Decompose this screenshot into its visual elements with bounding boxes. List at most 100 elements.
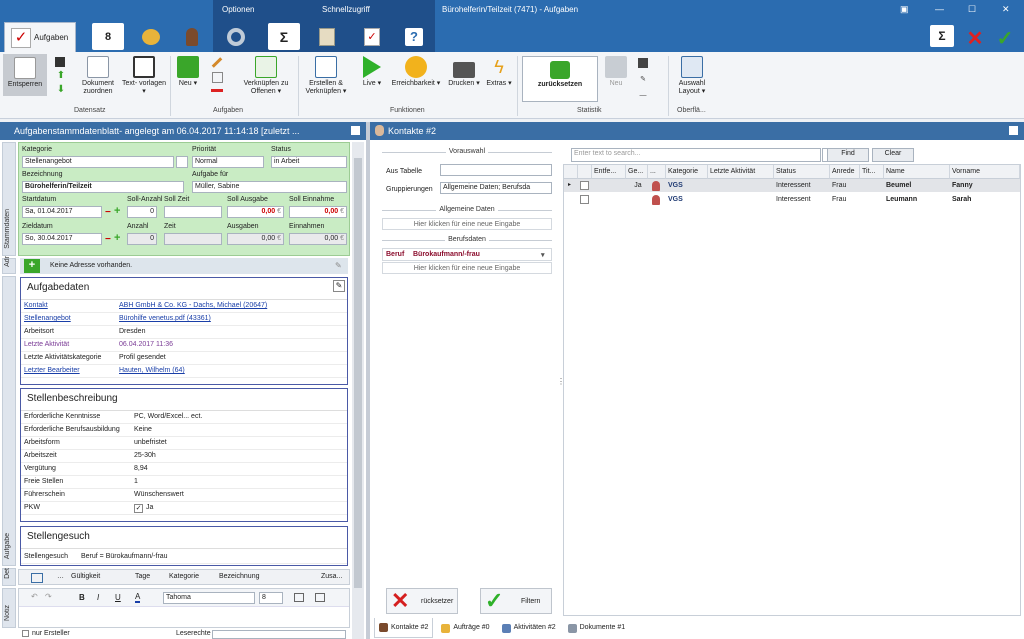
auswahl-layout-button[interactable]: Auswahl Layout ▾ — [672, 56, 712, 96]
prioritaet-select[interactable]: Normal — [192, 156, 264, 168]
notiz-editor[interactable]: ↶ ↷ B I U A Tahoma 8 — [18, 588, 350, 628]
chevron-down-icon[interactable]: ▾ — [541, 251, 545, 259]
col-entfernung[interactable]: Entfe... — [592, 165, 626, 179]
bold-icon[interactable]: B — [79, 593, 85, 602]
vtab-det[interactable]: Det — [2, 568, 16, 586]
status-select[interactable]: in Arbeit — [271, 156, 347, 168]
grid-options-icon[interactable] — [31, 573, 43, 583]
zeit-input[interactable] — [164, 233, 222, 245]
row-checkbox[interactable] — [580, 195, 589, 204]
select-all-header[interactable] — [578, 165, 592, 179]
leserechte-select[interactable] — [212, 630, 346, 639]
col-kategorie[interactable]: Kategorie — [169, 573, 199, 580]
dokument-zuordnen-button[interactable]: Dokument zuordnen — [76, 56, 120, 96]
edit-address-icon[interactable]: ✎ — [335, 261, 342, 270]
table-row[interactable]: VGS Interessent Frau Leumann Sarah — [564, 193, 1020, 206]
col-ge[interactable]: Ge... — [626, 165, 648, 179]
list-icon[interactable] — [315, 593, 325, 602]
find-button[interactable]: Find — [827, 148, 869, 162]
decrement-icon[interactable]: − — [105, 207, 111, 218]
decrement-icon[interactable]: − — [105, 234, 111, 245]
anzahl-input[interactable]: 0 — [127, 233, 157, 245]
col-anrede[interactable]: Anrede — [830, 165, 860, 179]
restore-icon[interactable]: ▣ — [900, 4, 909, 15]
more-icon[interactable]: … — [57, 573, 64, 580]
vtab-aufgabe[interactable]: Aufgabe — [2, 276, 16, 566]
sigma-icon[interactable]: Σ — [268, 23, 300, 50]
pin-icon[interactable] — [351, 126, 360, 135]
col-gueltigkeit[interactable]: Gültigkeit — [71, 573, 100, 580]
live-button[interactable]: Live ▾ — [356, 56, 388, 88]
ausgaben-input[interactable]: 0,00 € — [227, 233, 284, 245]
context-tab-schnellzugriff[interactable]: Schnellzugriff — [322, 5, 370, 14]
font-family-select[interactable]: Tahoma — [163, 592, 255, 604]
kontakt-label[interactable]: Kontakt — [24, 300, 48, 312]
bezeichnung-input[interactable]: Bürohelferin/Teilzeit — [22, 181, 184, 193]
increment-icon[interactable]: + — [114, 205, 120, 217]
reset-button[interactable]: ✕ rücksetzer — [386, 588, 458, 614]
move-down-icon[interactable]: ⬇ — [55, 85, 67, 95]
sigma-check-icon[interactable]: Σ — [930, 25, 954, 47]
italic-icon[interactable]: I — [97, 593, 99, 602]
save-button[interactable] — [55, 57, 67, 67]
allgemeine-daten-hint[interactable]: Hier klicken für eine neue Eingabe — [382, 218, 552, 230]
checklist-icon[interactable]: ✓ — [356, 23, 388, 50]
soll-einnahme-input[interactable]: 0,00 € — [289, 206, 347, 218]
tab-aufgaben[interactable]: ✓ Aufgaben — [4, 22, 76, 52]
tab-kontakte[interactable]: Kontakte #2 — [374, 618, 434, 638]
pin-icon[interactable] — [1009, 126, 1018, 135]
col-zusatz[interactable]: Zusa... — [321, 573, 342, 580]
left-scrollbar[interactable] — [352, 142, 364, 639]
nur-ersteller-checkbox[interactable] — [22, 630, 29, 637]
close-window-icon[interactable]: ✕ — [1002, 4, 1010, 15]
aus-tabelle-select[interactable] — [440, 164, 552, 176]
vtab-adr[interactable]: Adr — [2, 256, 16, 274]
entsperren-button[interactable]: Entsperren — [3, 54, 47, 96]
einnahmen-input[interactable]: 0,00 € — [289, 233, 347, 245]
col-kategorie[interactable]: Kategorie — [666, 165, 708, 179]
kategorie-select[interactable]: Stellenangebot — [22, 156, 174, 168]
save-statistik-icon[interactable] — [636, 58, 650, 68]
soll-ausgabe-input[interactable]: 0,00 € — [227, 206, 284, 218]
calendar-icon[interactable]: 8 — [92, 23, 124, 50]
letzter-bearbeiter-label[interactable]: Letzter Bearbeiter — [24, 365, 80, 377]
edit-pencil-icon[interactable]: ✎ — [333, 280, 345, 292]
stellenangebot-label[interactable]: Stellenangebot — [24, 313, 71, 325]
undo-icon[interactable]: ↶ — [31, 592, 38, 601]
col-icon[interactable]: ... — [648, 165, 666, 179]
zieldatum-input[interactable]: So, 30.04.2017 — [22, 233, 102, 245]
berufsdaten-hint[interactable]: Hier klicken für eine neue Eingabe — [382, 262, 552, 274]
person-icon[interactable] — [176, 23, 208, 50]
remove-statistik-icon[interactable]: — — [636, 92, 650, 100]
neu-statistik-button[interactable]: Neu — [604, 56, 628, 88]
erreichbarkeit-button[interactable]: Erreichbarkeit ▾ — [390, 56, 442, 88]
neu-button[interactable]: Neu ▾ — [175, 56, 201, 88]
scroll-thumb[interactable] — [354, 158, 362, 588]
cancel-icon[interactable]: ✕ — [962, 25, 988, 52]
erstellen-button[interactable]: Erstellen & Verknüpfen ▾ — [302, 56, 350, 96]
table-row[interactable]: ▸ Ja VGS Interessent Frau Beumel Fanny — [564, 179, 1020, 192]
col-titel[interactable]: Tit... — [860, 165, 884, 179]
coins-icon[interactable] — [135, 23, 167, 50]
vtab-stammdaten[interactable]: Stammdaten — [2, 142, 16, 256]
col-name[interactable]: Name — [884, 165, 950, 179]
letzter-bearbeiter-link[interactable]: Hauten, Wilhelm (64) — [119, 365, 185, 377]
textvorlagen-button[interactable]: Text- vorlagen ▾ — [122, 56, 166, 96]
clear-button[interactable]: Clear — [872, 148, 914, 162]
context-tab-optionen[interactable]: Optionen — [222, 5, 254, 14]
redo-icon[interactable]: ↷ — [45, 592, 52, 601]
col-status[interactable]: Status — [774, 165, 830, 179]
drucken-button[interactable]: Drucken ▾ — [446, 56, 482, 88]
col-bezeichnung[interactable]: Bezeichnung — [219, 573, 259, 580]
filter-button[interactable]: ✓ Filtern — [480, 588, 552, 614]
font-color-icon[interactable]: A — [135, 592, 141, 603]
vtab-notiz[interactable]: Notiz — [2, 588, 16, 628]
soll-anzahl-input[interactable]: 0 — [127, 206, 157, 218]
search-input[interactable]: Enter text to search... — [571, 148, 821, 162]
font-size-select[interactable]: 8 — [259, 592, 283, 604]
edit-tools[interactable] — [208, 56, 226, 114]
aufgabe-fuer-select[interactable]: Müller, Sabine — [192, 181, 347, 193]
kontakt-link[interactable]: ABH GmbH & Co. KG - Dachs, Michael (2064… — [119, 300, 267, 312]
beruf-row[interactable]: Beruf Bürokaufmann/-frau ▾ — [382, 248, 552, 261]
help-icon[interactable]: ? — [398, 23, 430, 50]
